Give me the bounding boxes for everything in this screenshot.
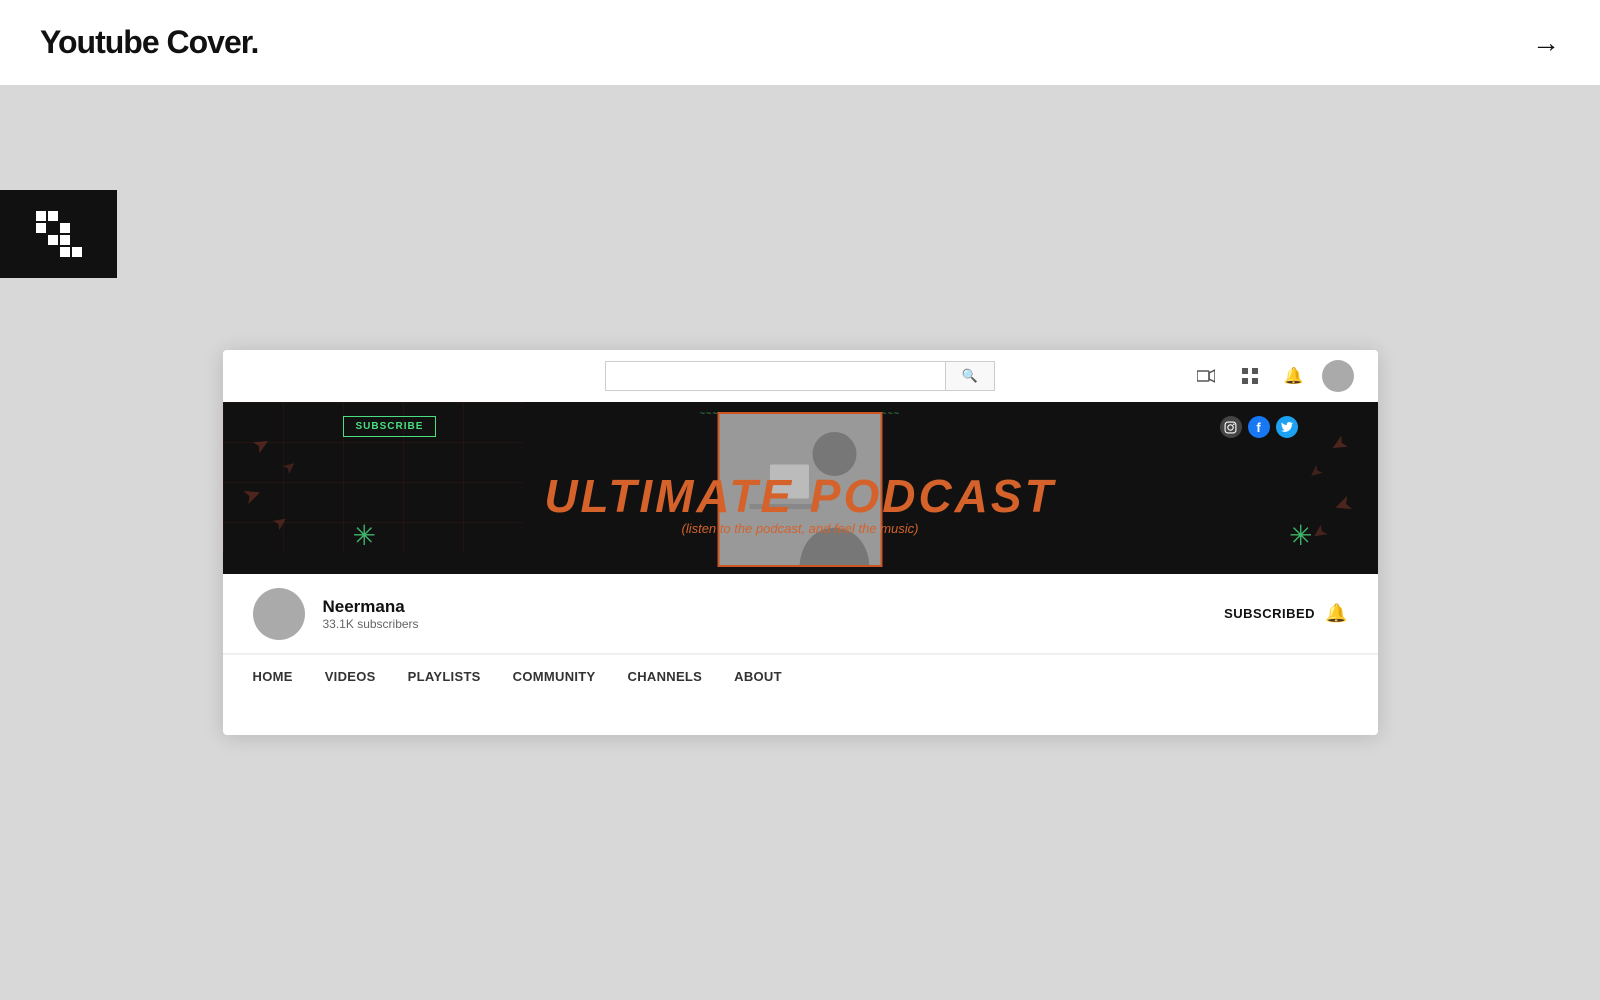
subscribed-button[interactable]: SUBSCRIBED: [1224, 606, 1315, 621]
starburst-left-icon: ✳: [353, 519, 376, 552]
bell-icon: 🔔: [1284, 366, 1304, 386]
search-icon: 🔍: [962, 368, 978, 383]
banner-main-text: ULTIMATE PODCAST: [544, 473, 1055, 519]
grid-icon: [1242, 368, 1258, 384]
grid-button[interactable]: [1234, 360, 1266, 392]
yt-topbar: 🔍 🔔: [223, 350, 1378, 402]
tab-community[interactable]: COMMUNITY: [513, 669, 596, 686]
tab-playlists[interactable]: PLAYLISTS: [408, 669, 481, 686]
logo-icon: [36, 211, 82, 257]
instagram-icon[interactable]: [1220, 416, 1242, 438]
channel-info: Neermana 33.1K subscribers: [323, 597, 1207, 631]
channel-name: Neermana: [323, 597, 1207, 617]
banner-title: ULTIMATE PODCAST (listen to the podcast,…: [544, 473, 1055, 536]
notification-bell-button[interactable]: 🔔: [1325, 603, 1347, 624]
bell-outline-icon: 🔔: [1325, 603, 1347, 623]
tab-channels[interactable]: CHANNELS: [628, 669, 703, 686]
search-wrapper: 🔍: [605, 361, 995, 391]
page-title: Youtube Cover.: [40, 24, 258, 61]
channel-bar: Neermana 33.1K subscribers SUBSCRIBED 🔔: [223, 574, 1378, 654]
next-arrow-icon[interactable]: →: [1532, 27, 1560, 59]
top-bar: Youtube Cover. →: [0, 0, 1600, 85]
social-icons: f: [1220, 416, 1298, 438]
tab-videos[interactable]: VIDEOS: [325, 669, 376, 686]
channel-right: SUBSCRIBED 🔔: [1224, 603, 1347, 624]
banner-subscribe-button[interactable]: SUBSCRIBE: [343, 416, 437, 437]
logo-box: [0, 190, 117, 278]
tab-about[interactable]: ABOUT: [734, 669, 782, 686]
starburst-right-icon: ✳: [1289, 519, 1312, 552]
facebook-icon[interactable]: f: [1248, 416, 1270, 438]
yt-nav: HOME VIDEOS PLAYLISTS COMMUNITY CHANNELS…: [223, 654, 1378, 700]
search-button[interactable]: 🔍: [945, 361, 995, 391]
tab-home[interactable]: HOME: [253, 669, 293, 686]
bell-button[interactable]: 🔔: [1278, 360, 1310, 392]
yt-icons-right: 🔔: [1190, 360, 1354, 392]
channel-subscribers: 33.1K subscribers: [323, 617, 1207, 631]
banner-sub-text: (listen to the podcast, and feel the mus…: [544, 521, 1055, 536]
channel-avatar: [253, 588, 305, 640]
video-camera-button[interactable]: [1190, 360, 1222, 392]
yt-banner: ~~~~~~~~~~~~~~~~~~~~~~~~~~~~~~~~ SUBSCRI…: [223, 402, 1378, 574]
twitter-icon[interactable]: [1276, 416, 1298, 438]
main-area: 🔍 🔔: [0, 85, 1600, 1000]
search-input[interactable]: [605, 361, 945, 391]
youtube-card: 🔍 🔔: [223, 350, 1378, 735]
user-avatar-button[interactable]: [1322, 360, 1354, 392]
video-camera-icon: [1197, 369, 1215, 383]
